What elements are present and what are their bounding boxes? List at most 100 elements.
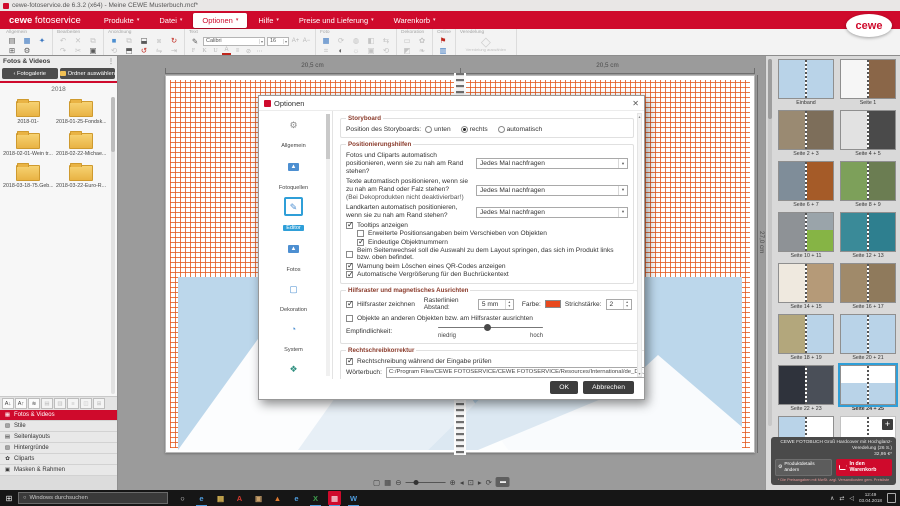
- rotate-icon[interactable]: ⟲: [108, 46, 120, 55]
- remove-photo-icon[interactable]: ↻: [168, 36, 180, 45]
- folder-item[interactable]: 2018-01-25-Fondsk...: [56, 97, 106, 125]
- taskbar-clock[interactable]: 12:49 03.04.2018: [859, 492, 882, 503]
- effects-icon[interactable]: ◍: [350, 36, 362, 45]
- font-increase-button[interactable]: A+: [291, 38, 300, 44]
- paste-icon[interactable]: ▣: [87, 46, 99, 55]
- online-status-icon[interactable]: ▥: [437, 46, 449, 55]
- grid-toggle-icon[interactable]: ▦: [384, 478, 391, 487]
- crop-icon[interactable]: ⌗: [320, 46, 332, 55]
- object-numbers-checkbox[interactable]: [357, 237, 365, 246]
- panel-accordion-item[interactable]: ▣ Masken & Rahmen: [0, 465, 117, 476]
- mark-all-icon[interactable]: ⊞: [93, 398, 105, 409]
- alignment-icon[interactable]: ■: [108, 36, 120, 45]
- view-large-icon[interactable]: ▤: [41, 398, 53, 409]
- shadow-icon[interactable]: ◧: [365, 36, 377, 45]
- page-thumbnail[interactable]: Seite 18 + 19: [778, 314, 834, 362]
- snap-objects-checkbox[interactable]: [346, 315, 353, 323]
- radio-automatisch[interactable]: [497, 125, 505, 133]
- online-albums-icon[interactable]: ⚑: [437, 36, 449, 45]
- filter-icon[interactable]: ≋: [28, 398, 40, 409]
- page-thumbnail[interactable]: Einband: [778, 59, 834, 107]
- rotate-view-icon[interactable]: ⟳: [486, 478, 492, 487]
- mark-used-icon[interactable]: ◫: [80, 398, 92, 409]
- layers-icon[interactable]: ⧉: [123, 36, 135, 45]
- font-decrease-button[interactable]: A−: [302, 38, 311, 44]
- notification-center-icon[interactable]: [887, 493, 896, 503]
- folder-item[interactable]: 2018-01-: [3, 97, 53, 125]
- layout-jump-checkbox[interactable]: [346, 250, 353, 258]
- edge-icon[interactable]: e: [195, 491, 208, 506]
- page-thumbnail[interactable]: Seite 14 + 15: [778, 263, 834, 311]
- ungroup-icon[interactable]: ⇋: [153, 46, 165, 55]
- sort-date-icon[interactable]: A↑: [15, 398, 27, 409]
- cewe-app-icon[interactable]: ▦: [328, 491, 341, 506]
- close-icon[interactable]: ✕: [632, 99, 639, 108]
- page-thumbnail[interactable]: Seite 20 + 21: [840, 314, 896, 362]
- copy-icon[interactable]: ⧉: [87, 36, 99, 45]
- zoom-in-icon[interactable]: ⊕: [450, 478, 456, 487]
- text-frame-icon[interactable]: ✎: [189, 37, 201, 46]
- mask-icon[interactable]: ◩: [401, 46, 413, 55]
- explorer-icon[interactable]: ▤: [214, 491, 227, 505]
- ok-button[interactable]: OK: [550, 381, 579, 394]
- photo-icon[interactable]: ▦: [320, 36, 332, 45]
- dialog-nav-system[interactable]: ◔ System: [265, 319, 322, 356]
- reset-icon[interactable]: ⟲: [380, 46, 392, 55]
- swap-icon[interactable]: ⇆: [380, 36, 392, 45]
- maps-positioning-select[interactable]: Jedes Mal nachfragen ▾: [476, 206, 628, 218]
- bring-front-icon[interactable]: ⬒: [123, 46, 135, 55]
- sort-name-icon[interactable]: A↓: [2, 398, 14, 409]
- delete-icon[interactable]: ✕: [72, 36, 84, 45]
- zoom-slider-handle[interactable]: [413, 479, 419, 485]
- cortana-icon[interactable]: ○: [176, 491, 189, 505]
- panel-accordion-item[interactable]: ✿ Cliparts: [0, 454, 117, 465]
- frame-icon[interactable]: ▭: [401, 36, 413, 45]
- clipart-icon[interactable]: ✿: [416, 36, 428, 45]
- import-photos-icon[interactable]: ⊞: [6, 46, 18, 55]
- sensitivity-slider-handle[interactable]: [484, 324, 492, 332]
- folder-item[interactable]: 2018-02-01-Wein tr...: [3, 129, 53, 157]
- panel-accordion-item[interactable]: ▧ Stile: [0, 421, 117, 432]
- page-thumbnail[interactable]: Seite 10 + 11: [778, 212, 834, 260]
- view-small-icon[interactable]: ▥: [54, 398, 66, 409]
- border-icon[interactable]: ▣: [365, 46, 377, 55]
- folder-item[interactable]: 2018-03-18-75.Geb...: [3, 161, 53, 189]
- stroke-width-stepper[interactable]: 2 ▲ ▼: [605, 298, 632, 310]
- spellcheck-checkbox[interactable]: [346, 356, 354, 365]
- product-details-button[interactable]: ⚙ Produktdetails ändern: [775, 459, 832, 476]
- page-thumbnail[interactable]: Seite 12 + 13: [840, 212, 896, 260]
- bold-button[interactable]: F: [189, 48, 198, 54]
- underline-button[interactable]: U: [211, 48, 220, 54]
- dialog-nav-allgemein[interactable]: ⚙ Allgemein: [265, 115, 322, 152]
- send-back-icon[interactable]: ⬓: [138, 36, 150, 45]
- dialog-nav-dekoration[interactable]: ▢ Dekoration: [265, 279, 322, 316]
- menu-item[interactable]: Hilfe ▾: [249, 13, 288, 28]
- assistant-icon[interactable]: ✦: [36, 36, 48, 45]
- dialog-nav-netzwerk[interactable]: ❖ Netzwerk: [265, 359, 322, 379]
- menu-item[interactable]: Produkte ▾: [95, 13, 149, 28]
- taskbar-search-input[interactable]: ○ Windows durchsuchen: [18, 492, 168, 504]
- burner-app-icon[interactable]: ▲: [271, 491, 284, 505]
- panel-accordion-item[interactable]: ▦ Fotos & Videos: [0, 410, 117, 421]
- cancel-button[interactable]: Abbrechen: [583, 381, 634, 394]
- save-project-icon[interactable]: ▤: [6, 36, 18, 45]
- tooltips-checkbox[interactable]: [346, 220, 354, 229]
- panel-accordion-item[interactable]: ▤ Seitenlayouts: [0, 432, 117, 443]
- cut-icon[interactable]: ✂: [72, 46, 84, 55]
- page-thumbnail[interactable]: Seite 22 + 23: [778, 365, 834, 413]
- italic-button[interactable]: K: [200, 48, 209, 54]
- menu-item[interactable]: Preise und Lieferung ▾: [290, 13, 383, 28]
- tray-expand-icon[interactable]: ∧: [830, 495, 834, 502]
- screen-mode-icon[interactable]: ▢: [373, 478, 380, 487]
- view-list-icon[interactable]: ≡: [67, 398, 79, 409]
- font-color-button[interactable]: A: [222, 47, 231, 55]
- deco-text-icon[interactable]: ❧: [416, 46, 428, 55]
- acrobat-icon[interactable]: A: [233, 491, 246, 505]
- sensitivity-slider[interactable]: [438, 324, 543, 332]
- scrollbar[interactable]: [111, 97, 115, 394]
- page-thumbnail[interactable]: Seite 1: [840, 59, 896, 107]
- rotate-photo-icon[interactable]: ⟳: [335, 36, 347, 45]
- speaker-icon[interactable]: ◁: [849, 495, 854, 502]
- draw-grid-checkbox[interactable]: [346, 299, 354, 308]
- page-thumbnail[interactable]: Seite 8 + 9: [840, 161, 896, 209]
